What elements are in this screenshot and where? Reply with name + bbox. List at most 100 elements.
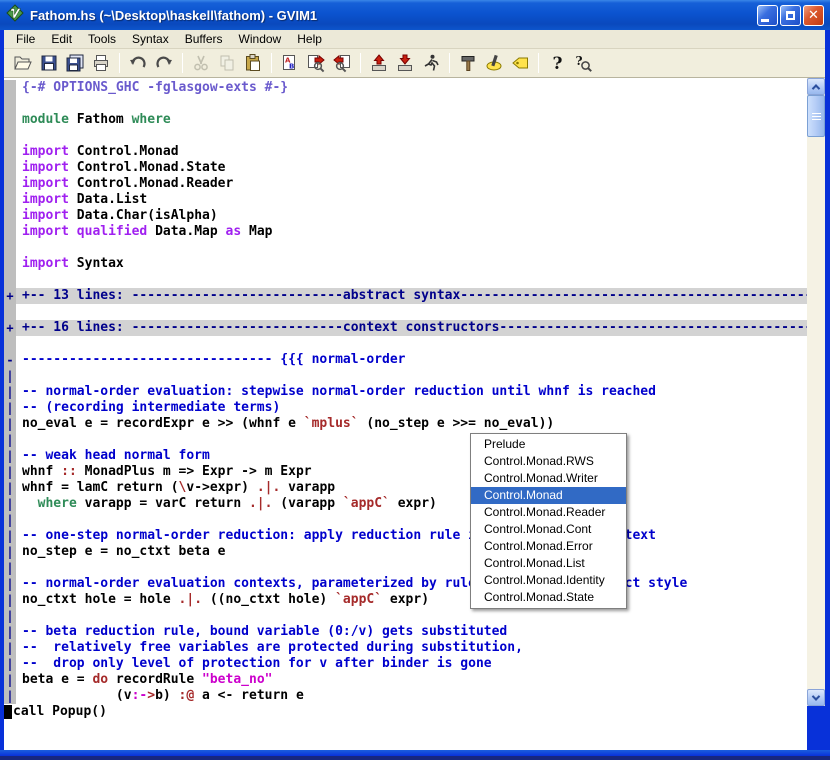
code-line — [4, 304, 807, 320]
line-text: (v:->b) :@ a <- return e — [16, 688, 807, 704]
popup-item[interactable]: Control.Monad.Error — [471, 538, 626, 555]
vertical-scrollbar[interactable] — [807, 78, 825, 706]
open-file-button[interactable] — [11, 51, 35, 75]
scroll-down-button[interactable] — [807, 689, 825, 706]
code-line: |-- weak head normal form — [4, 448, 807, 464]
popup-item[interactable]: Prelude — [471, 436, 626, 453]
command-line[interactable]: call Popup() — [4, 704, 107, 720]
line-text: module Fathom where — [16, 112, 807, 128]
menu-syntax[interactable]: Syntax — [124, 30, 177, 48]
close-button[interactable]: ✕ — [803, 5, 824, 26]
toolbar-separator — [360, 53, 361, 73]
fold-column: | — [4, 528, 16, 544]
code-line: |beta e = do recordRule "beta_no" — [4, 672, 807, 688]
line-text: no_ctxt hole = hole .|. ((no_ctxt hole) … — [16, 592, 807, 608]
paste-icon — [243, 53, 263, 73]
minimize-button[interactable] — [757, 5, 778, 26]
code-line: |whnf = lamC return (\v->expr) .|. varap… — [4, 480, 807, 496]
fold-column: | — [4, 672, 16, 688]
minimize-icon — [761, 19, 769, 22]
code-line: import Control.Monad.Reader — [4, 176, 807, 192]
find-prev-button[interactable] — [330, 51, 354, 75]
popup-item[interactable]: Control.Monad.RWS — [471, 453, 626, 470]
line-text: no_step e = no_ctxt beta e — [16, 544, 807, 560]
scrollbar-thumb[interactable] — [807, 95, 825, 137]
save-session-button[interactable] — [393, 51, 417, 75]
popup-item[interactable]: Control.Monad — [471, 487, 626, 504]
help-icon: ? — [547, 53, 567, 73]
find-replace-button[interactable]: AB — [278, 51, 302, 75]
fold-column — [4, 224, 16, 240]
menu-buffers[interactable]: Buffers — [177, 30, 231, 48]
help-button[interactable]: ? — [545, 51, 569, 75]
fold-column: | — [4, 480, 16, 496]
line-text: no_eval e = recordExpr e >> (whnf e `mpl… — [16, 416, 807, 432]
jump-tag-button[interactable] — [508, 51, 532, 75]
line-text: +-- 13 lines: --------------------------… — [16, 288, 807, 304]
code-line: import Data.Char(isAlpha) — [4, 208, 807, 224]
line-text: -- normal-order evaluation contexts, par… — [16, 576, 807, 592]
toolbar-separator — [538, 53, 539, 73]
fold-marker[interactable]: + — [4, 320, 16, 336]
line-text: -- one-step normal-order reduction: appl… — [16, 528, 807, 544]
build-tags-button[interactable] — [482, 51, 506, 75]
vim-logo-icon — [6, 4, 24, 27]
line-text: import Syntax — [16, 256, 807, 272]
menu-tools[interactable]: Tools — [80, 30, 124, 48]
title-bar[interactable]: Fathom.hs (~\Desktop\haskell\fathom) - G… — [0, 0, 830, 30]
find-prev-icon — [332, 53, 352, 73]
menu-edit[interactable]: Edit — [43, 30, 80, 48]
fold-column — [4, 176, 16, 192]
save-all-icon — [65, 53, 85, 73]
save-file-button[interactable] — [37, 51, 61, 75]
scroll-up-button[interactable] — [807, 78, 825, 95]
popup-item[interactable]: Control.Monad.Cont — [471, 521, 626, 538]
line-text — [16, 512, 807, 528]
code-line: import Syntax — [4, 256, 807, 272]
find-next-icon — [306, 53, 326, 73]
line-text: -- beta reduction rule, bound variable (… — [16, 624, 807, 640]
print-icon — [91, 53, 111, 73]
window-title: Fathom.hs (~\Desktop\haskell\fathom) - G… — [30, 8, 755, 23]
popup-item[interactable]: Control.Monad.Identity — [471, 572, 626, 589]
taskbar-edge — [0, 756, 830, 760]
fold-column: | — [4, 448, 16, 464]
popup-item[interactable]: Control.Monad.Reader — [471, 504, 626, 521]
paste-button[interactable] — [241, 51, 265, 75]
find-help-button[interactable]: ? — [571, 51, 595, 75]
make-button[interactable] — [456, 51, 480, 75]
popup-item[interactable]: Control.Monad.Writer — [471, 470, 626, 487]
save-all-button[interactable] — [63, 51, 87, 75]
run-script-button[interactable] — [419, 51, 443, 75]
command-text: call Popup() — [13, 704, 107, 720]
undo-button[interactable] — [126, 51, 150, 75]
close-icon: ✕ — [808, 9, 819, 22]
build-tags-icon — [484, 53, 504, 73]
load-session-button[interactable] — [367, 51, 391, 75]
fold-marker[interactable]: - — [4, 352, 16, 368]
find-next-button[interactable] — [304, 51, 328, 75]
code-line: |no_step e = no_ctxt beta e — [4, 544, 807, 560]
popup-item[interactable]: Control.Monad.List — [471, 555, 626, 572]
redo-button[interactable] — [152, 51, 176, 75]
line-text — [16, 304, 807, 320]
menu-help[interactable]: Help — [289, 30, 330, 48]
svg-text:?: ? — [553, 54, 563, 73]
line-text: -- (recording intermediate terms) — [16, 400, 807, 416]
fold-column — [4, 160, 16, 176]
fold-column — [4, 112, 16, 128]
line-text: import qualified Data.Map as Map — [16, 224, 807, 240]
fold-column: | — [4, 384, 16, 400]
menu-file[interactable]: File — [8, 30, 43, 48]
code-lines: {-# OPTIONS_GHC -fglasgow-exts #-}module… — [4, 80, 807, 704]
menu-window[interactable]: Window — [231, 30, 290, 48]
line-text: +-- 16 lines: --------------------------… — [16, 320, 807, 336]
line-text: import Control.Monad.State — [16, 160, 807, 176]
fold-marker[interactable]: + — [4, 288, 16, 304]
maximize-button[interactable] — [780, 5, 801, 26]
popup-item[interactable]: Control.Monad.State — [471, 589, 626, 606]
print-button[interactable] — [89, 51, 113, 75]
text-area[interactable]: {-# OPTIONS_GHC -fglasgow-exts #-}module… — [4, 78, 807, 750]
code-line: --------------------------------- {{{ no… — [4, 352, 807, 368]
fold-column — [4, 272, 16, 288]
